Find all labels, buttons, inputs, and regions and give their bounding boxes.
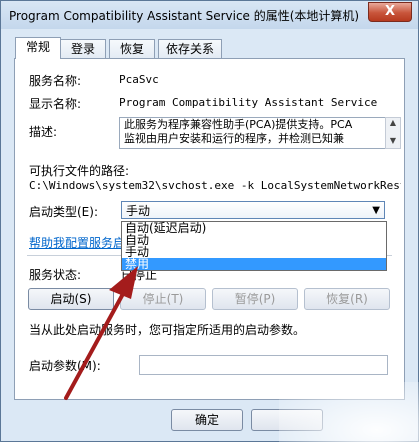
service-name-value: PcaSvc [119, 73, 159, 86]
cancel-button[interactable] [251, 409, 323, 431]
stop-button[interactable]: 停止(T) [120, 288, 206, 310]
startup-type-dropdown: 自动(延迟启动) 自动 手动 禁用 [121, 221, 387, 271]
display-name-label: 显示名称: [29, 97, 82, 111]
tab-logon[interactable]: 登录 [60, 39, 106, 58]
description-box[interactable]: 此服务为程序兼容性助手(PCA)提供支持。PCA 监视由用户安装和运行的程序，并… [119, 117, 393, 149]
scroll-down-icon: ▼ [389, 136, 397, 145]
chevron-down-icon: ▼ [372, 205, 380, 216]
close-icon: X [384, 4, 396, 19]
description-line: 监视由用户安装和运行的程序，并检测已知兼 [124, 132, 344, 145]
tab-label: 常规 [25, 40, 50, 54]
start-button[interactable]: 启动(S) [28, 288, 114, 310]
exe-path-label: 可执行文件的路径: [29, 164, 130, 178]
button-label: 暂停(P) [234, 292, 276, 306]
option-auto-delayed[interactable]: 自动(延迟启动) [122, 222, 386, 234]
startup-type-label: 启动类型(E): [29, 205, 98, 219]
start-params-hint: 当从此处启动服务时，您可指定所适用的启动参数。 [29, 323, 306, 337]
startup-type-select[interactable]: 手动 ▼ [121, 201, 385, 219]
pause-button[interactable]: 暂停(P) [212, 288, 298, 310]
close-button[interactable]: X [368, 2, 412, 22]
window-title: Program Compatibility Assistant Service … [9, 9, 360, 23]
button-label: 恢复(R) [326, 292, 368, 306]
option-manual[interactable]: 手动 [122, 246, 386, 258]
exe-path-value: C:\Windows\system32\svchost.exe -k Local… [29, 179, 401, 192]
service-name-label: 服务名称: [29, 74, 82, 88]
button-label: 停止(T) [142, 292, 184, 306]
tab-label: 恢复 [119, 42, 144, 56]
service-status-label: 服务状态: [29, 268, 82, 282]
option-disabled[interactable]: 禁用 [122, 258, 386, 270]
description-scrollbar[interactable]: ▲ ▼ [385, 117, 401, 149]
description-label: 描述: [29, 125, 58, 139]
scroll-up-icon: ▲ [389, 118, 397, 127]
resume-button[interactable]: 恢复(R) [304, 288, 390, 310]
tab-recovery[interactable]: 恢复 [109, 39, 155, 58]
startup-type-value: 手动 [126, 204, 151, 218]
button-label: 确定 [194, 413, 219, 427]
tab-label: 依存关系 [165, 42, 214, 56]
general-panel: 服务名称: PcaSvc 显示名称: Program Compatibility… [14, 58, 405, 400]
tab-general[interactable]: 常规 [15, 37, 61, 59]
display-name-value: Program Compatibility Assistant Service [119, 96, 378, 109]
tab-label: 登录 [70, 42, 95, 56]
properties-window: Program Compatibility Assistant Service … [0, 0, 419, 442]
tab-dependencies[interactable]: 依存关系 [158, 39, 222, 58]
option-auto[interactable]: 自动 [122, 234, 386, 246]
start-params-input[interactable] [139, 355, 388, 375]
start-params-label: 启动参数(M): [29, 359, 101, 373]
button-label: 启动(S) [50, 292, 92, 306]
ok-button[interactable]: 确定 [171, 409, 243, 431]
description-line: 此服务为程序兼容性助手(PCA)提供支持。PCA [124, 118, 353, 131]
title-bar[interactable]: Program Compatibility Assistant Service … [1, 1, 418, 29]
